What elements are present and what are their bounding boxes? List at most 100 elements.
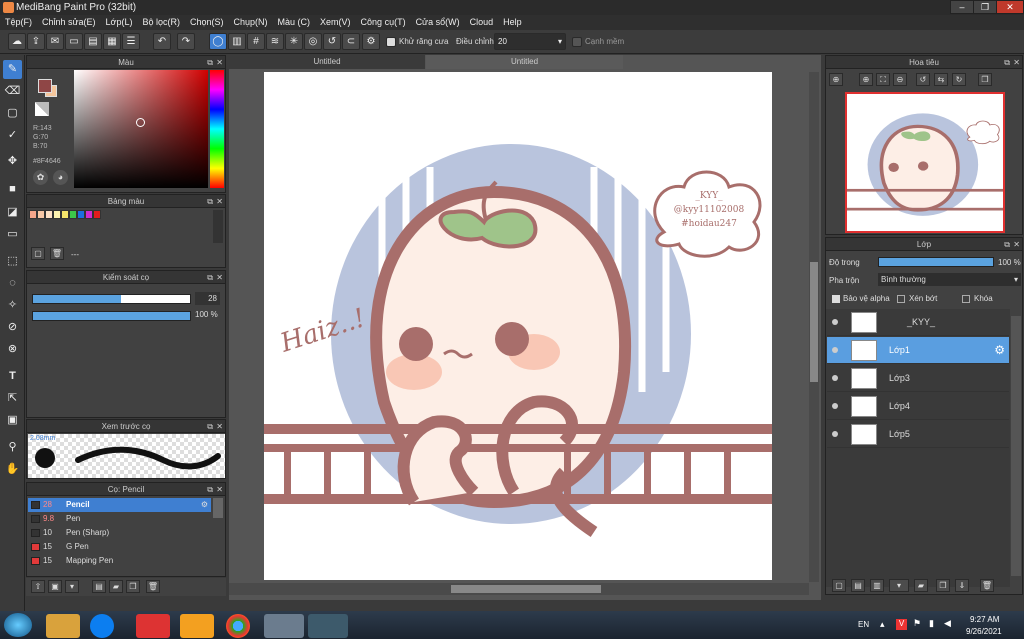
copy-view-icon[interactable]: ❐: [978, 73, 992, 86]
horizontal-scrollbar[interactable]: [229, 583, 809, 595]
antialias-checkbox[interactable]: [386, 37, 396, 47]
upload-icon[interactable]: ⇪: [27, 33, 45, 50]
trash-icon[interactable]: 🗑: [980, 579, 994, 592]
lasso-tool-icon[interactable]: ◌: [3, 274, 22, 293]
clock-time[interactable]: 9:27 AM: [970, 615, 999, 624]
new-1bit-layer-icon[interactable]: ▥: [870, 579, 884, 592]
text-tool-icon[interactable]: T: [3, 367, 22, 386]
brush-folder-icon[interactable]: ▰: [109, 580, 123, 593]
duplicate-layer-icon[interactable]: ❐: [936, 579, 950, 592]
layer-row-lop3[interactable]: Lớp3: [827, 365, 1009, 392]
rotate-left-icon[interactable]: ↺: [916, 73, 930, 86]
close-icon[interactable]: ✕: [216, 56, 223, 69]
perspective-icon[interactable]: ▥: [228, 33, 246, 50]
undo-icon[interactable]: ↶: [153, 33, 171, 50]
visibility-eye-icon[interactable]: [832, 375, 838, 381]
language-indicator[interactable]: EN: [858, 620, 869, 629]
close-icon[interactable]: ✕: [216, 483, 223, 496]
smooth-edge-checkbox[interactable]: [572, 37, 582, 47]
color-cursor[interactable]: [136, 118, 145, 127]
brush-item-pen[interactable]: 9.8 Pen: [28, 512, 211, 526]
foreground-color-swatch[interactable]: [38, 79, 52, 93]
visibility-eye-icon[interactable]: [832, 403, 838, 409]
layer-row-lop4[interactable]: Lớp4: [827, 393, 1009, 420]
layer-opacity-slider[interactable]: [878, 257, 994, 267]
curve-icon[interactable]: ↺: [323, 33, 341, 50]
brush-list-scrollbar[interactable]: [213, 498, 223, 518]
grid-view-icon[interactable]: ▦: [103, 33, 121, 50]
parallel-icon[interactable]: ≋: [266, 33, 284, 50]
transparent-color-swatch[interactable]: [35, 102, 49, 116]
float-icon[interactable]: ⧉: [1004, 238, 1010, 251]
palette-swatch[interactable]: [29, 210, 37, 219]
palette-swatch[interactable]: [69, 210, 77, 219]
menu-tools[interactable]: Công cụ(T): [356, 15, 411, 30]
palette-swatch[interactable]: [93, 210, 101, 219]
app-icon[interactable]: [308, 614, 348, 638]
new-palette-icon[interactable]: ▢: [31, 247, 45, 260]
minimize-button[interactable]: –: [950, 0, 974, 14]
float-icon[interactable]: ⧉: [207, 56, 213, 69]
layer-row-kyy[interactable]: _KYY_: [827, 309, 1009, 336]
comment-icon[interactable]: ✉: [46, 33, 64, 50]
blend-mode-select[interactable]: Bình thường ▾: [878, 273, 1021, 286]
brush-size-value[interactable]: 28: [195, 292, 220, 305]
layer-options-icon[interactable]: ▾: [889, 579, 909, 592]
medibang-icon[interactable]: [264, 614, 304, 638]
signal-icon[interactable]: ▮: [929, 618, 934, 629]
menu-file[interactable]: Tệp(F): [0, 15, 37, 30]
grid-icon[interactable]: #: [247, 33, 265, 50]
eraser-tool-icon[interactable]: ⌫: [3, 82, 22, 101]
menu-select[interactable]: Chọn(S): [185, 15, 229, 30]
gradient-tool-icon[interactable]: ▭: [3, 225, 22, 244]
select-eraser-tool-icon[interactable]: ⊗: [3, 340, 22, 359]
close-icon[interactable]: ✕: [216, 271, 223, 284]
menu-help[interactable]: Help: [498, 15, 527, 30]
chat-icon[interactable]: ▭: [65, 33, 83, 50]
palette-swatch[interactable]: [53, 210, 61, 219]
fit-screen-icon[interactable]: ⛶: [876, 73, 890, 86]
operation-tool-icon[interactable]: ⇱: [3, 389, 22, 408]
file-explorer-icon[interactable]: [46, 614, 80, 638]
move-tool-icon[interactable]: ✥: [3, 152, 22, 171]
layer-list-scrollbar[interactable]: [1011, 316, 1021, 576]
document-icon[interactable]: ▤: [84, 33, 102, 50]
cloud-icon[interactable]: ☁: [8, 33, 26, 50]
magic-wand-tool-icon[interactable]: ✧: [3, 296, 22, 315]
duplicate-brush-icon[interactable]: ❐: [126, 580, 140, 593]
app-icon[interactable]: [180, 614, 214, 638]
float-icon[interactable]: ⧉: [1004, 56, 1010, 69]
saturation-value-picker[interactable]: [74, 70, 208, 188]
tray-expand-icon[interactable]: ▴: [880, 619, 885, 630]
palette-scrollbar[interactable]: [213, 210, 223, 243]
menu-view[interactable]: Xem(V): [315, 15, 356, 30]
restore-button[interactable]: ❐: [973, 0, 997, 14]
brush-opacity-slider[interactable]: [32, 311, 191, 321]
hue-slider[interactable]: [210, 70, 224, 188]
brush-item-pencil[interactable]: 28 Pencil ⚙: [28, 498, 211, 512]
float-icon[interactable]: ⧉: [207, 271, 213, 284]
zoom-in-icon[interactable]: ⊕: [859, 73, 873, 86]
app-icon[interactable]: [136, 614, 170, 638]
tab-untitled-2[interactable]: Untitled: [426, 55, 623, 69]
layer-row-lop1[interactable]: Lớp1 ⚙: [827, 337, 1009, 364]
layer-row-lop5[interactable]: Lớp5: [827, 421, 1009, 448]
flip-icon[interactable]: ⇆: [934, 73, 948, 86]
tab-untitled-1[interactable]: Untitled: [229, 55, 425, 69]
redo-icon[interactable]: ↷: [177, 33, 195, 50]
zoom-in-icon[interactable]: ⊕: [829, 73, 843, 86]
gear-icon[interactable]: ⚙: [362, 33, 380, 50]
menu-edit[interactable]: Chỉnh sửa(E): [37, 15, 101, 30]
menu-window[interactable]: Cửa sổ(W): [411, 15, 465, 30]
visibility-eye-icon[interactable]: [832, 347, 838, 353]
new-halftone-layer-icon[interactable]: ▤: [851, 579, 865, 592]
palette-swatch[interactable]: [61, 210, 69, 219]
protect-alpha-checkbox[interactable]: [832, 295, 840, 303]
vertical-scrollbar[interactable]: [809, 72, 819, 582]
select-ellipse-icon[interactable]: ◯: [209, 33, 227, 50]
palette-icon[interactable]: ✿: [33, 170, 48, 185]
bucket-tool-icon[interactable]: ◪: [3, 203, 22, 222]
tray-app-icon[interactable]: V: [896, 619, 907, 630]
merge-layer-icon[interactable]: ⇓: [955, 579, 969, 592]
brush-item-pen-sharp[interactable]: 10 Pen (Sharp): [28, 526, 211, 540]
